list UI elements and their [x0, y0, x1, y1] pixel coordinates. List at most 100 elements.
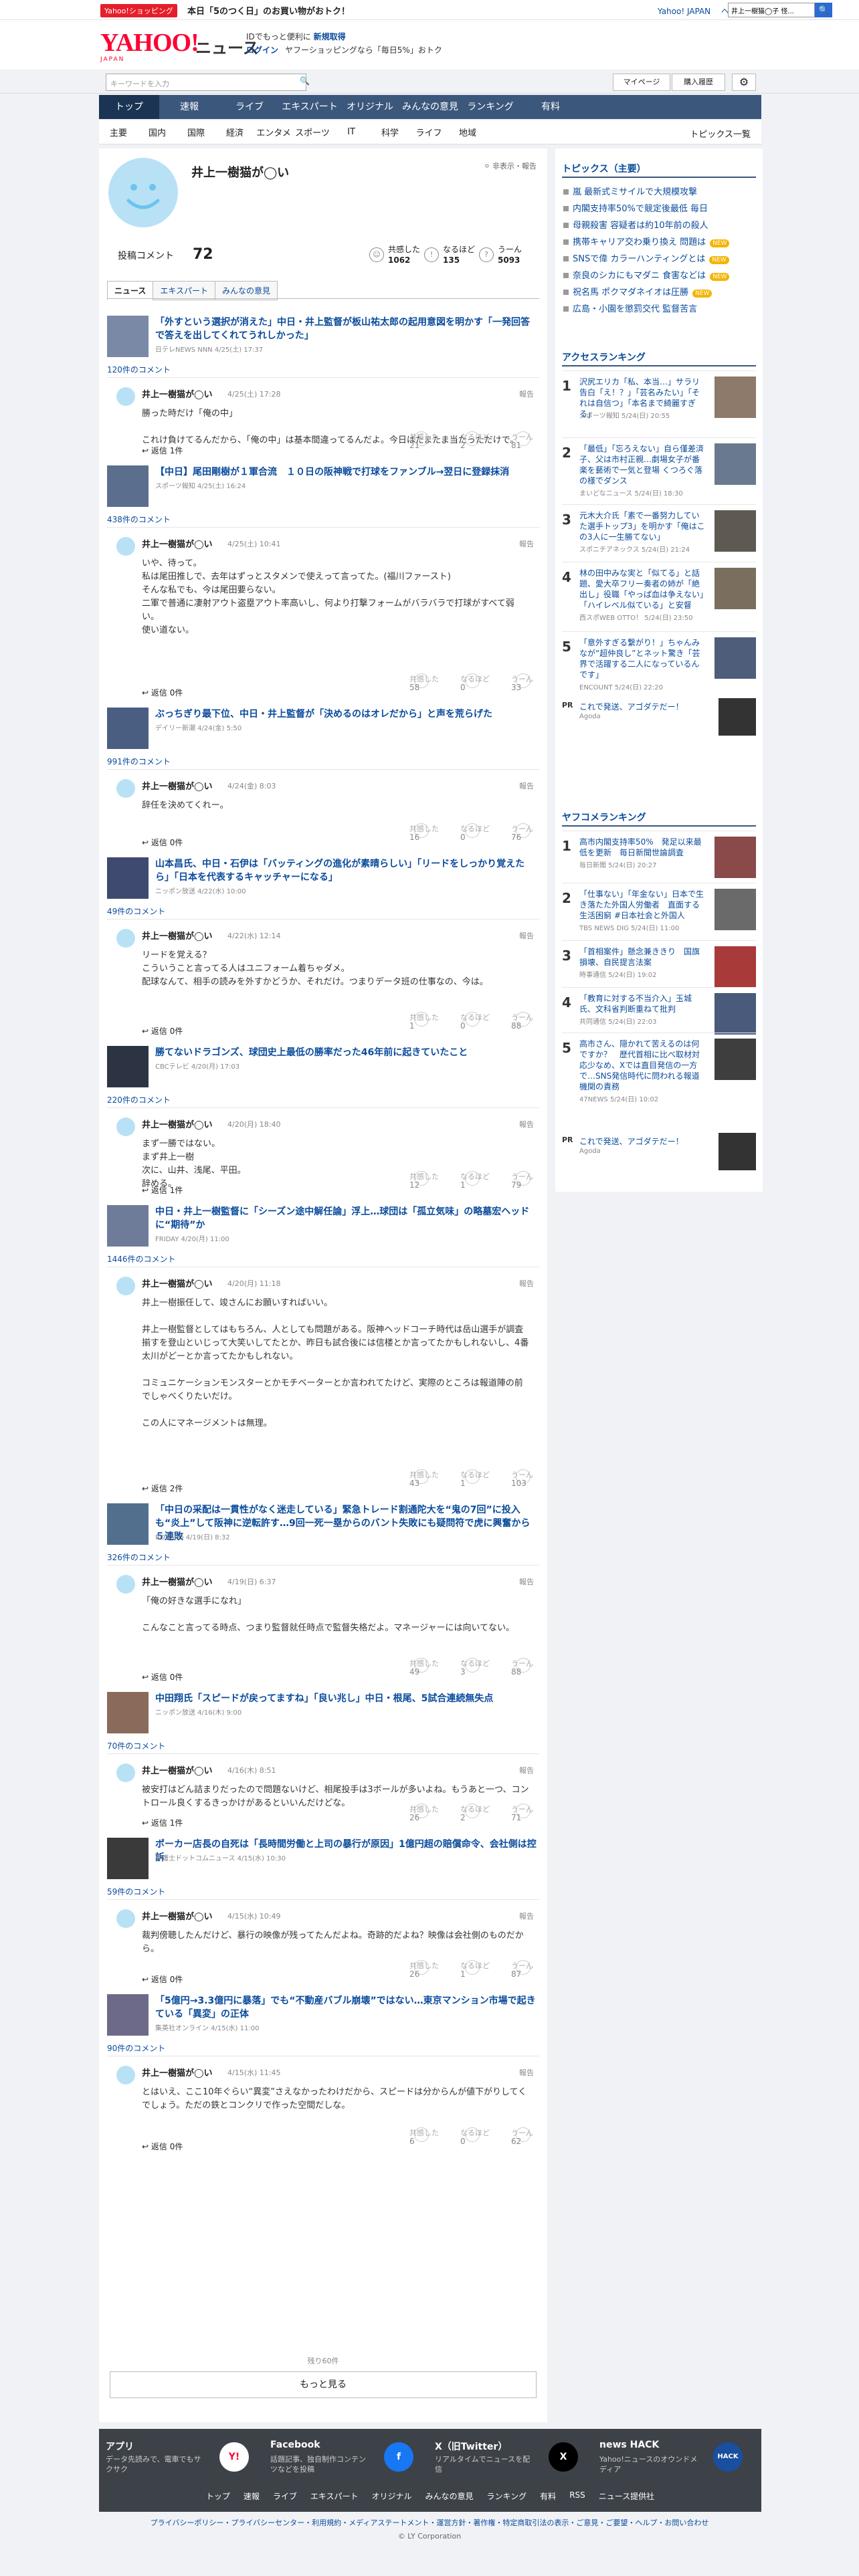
- empathy-button[interactable]: 共感した 49: [391, 1658, 439, 1681]
- nav-top[interactable]: トップ: [99, 95, 159, 119]
- comment-count-link[interactable]: 59件のコメント: [107, 1886, 165, 1897]
- insight-button[interactable]: なるほど 0: [442, 1012, 490, 1035]
- ranking-item[interactable]: 4 「教育に対する不当介入」玉城氏、文科省判断重ねて批判 共同通信 5/24(日) …: [562, 987, 756, 1035]
- ranking-thumbnail[interactable]: [714, 510, 756, 552]
- comment-user-name[interactable]: 井上一樹猫が◯い: [142, 387, 213, 400]
- ranking-thumbnail[interactable]: [714, 889, 756, 930]
- article-link[interactable]: 「外すという選択が消えた」中日・井上監督が板山祐太郎の起用意図を明かす「一発回答…: [107, 316, 539, 362]
- article-title[interactable]: 中日・井上一樹監督に「シーズン途中解任論」浮上…球団は「孤立気味」の略墓宏ヘッド…: [155, 1205, 537, 1232]
- empathy-button[interactable]: 共感した 43: [391, 1469, 439, 1492]
- comment-count-link[interactable]: 220件のコメント: [107, 1094, 171, 1105]
- nav-ranking[interactable]: ランキング: [460, 95, 520, 119]
- nav-live[interactable]: ライブ: [219, 95, 280, 119]
- keyword-input[interactable]: キーワードを入力: [106, 74, 306, 91]
- ranking-item[interactable]: 5 高市さん、隠かれて苦えるのは何ですか？ 歴代首相に比べ取材対応少なめ、Xでは直…: [562, 1033, 756, 1106]
- ranking-item[interactable]: 1 高市内閣支持率50% 発足以来最低を更新 毎日新聞世論調査 毎日新聞 5/24(…: [562, 831, 756, 883]
- empathy-button[interactable]: 共感した 1: [391, 1012, 439, 1035]
- footer-nav-item[interactable]: トップ: [206, 2490, 230, 2502]
- reply-button[interactable]: ↩ 返信 1件: [142, 445, 183, 456]
- report-link[interactable]: 報告: [519, 1119, 534, 1130]
- report-link[interactable]: 報告: [519, 538, 534, 549]
- article-thumbnail[interactable]: [107, 1692, 149, 1733]
- hmm-button[interactable]: うーん 81: [492, 431, 539, 454]
- nav-opinions[interactable]: みんなの意見: [400, 95, 460, 119]
- insight-button[interactable]: なるほど 2: [442, 431, 490, 454]
- footer-nav-item[interactable]: みんなの意見: [425, 2490, 474, 2502]
- pr-ad[interactable]: PR これで発送、アゴダテだー！ Agoda: [562, 1133, 756, 1178]
- empathy-button[interactable]: 共感した 26: [391, 1804, 439, 1826]
- hmm-button[interactable]: うーん 76: [492, 823, 539, 846]
- category-it[interactable]: IT: [332, 127, 371, 137]
- article-thumbnail[interactable]: [107, 1994, 149, 2036]
- ranking-thumbnail[interactable]: [714, 637, 756, 679]
- category-entertainment[interactable]: エンタメ: [254, 126, 293, 138]
- comment-count-link[interactable]: 326件のコメント: [107, 1551, 171, 1563]
- comment-user-name[interactable]: 井上一樹猫が◯い: [142, 929, 213, 942]
- article-link[interactable]: 「中日の采配は一貫性がなく迷走している」緊急トレード割通陀大を“鬼の7回”に投入…: [107, 1503, 539, 1550]
- load-more-button[interactable]: もっと見る: [110, 2371, 537, 2398]
- article-title[interactable]: 「5億円→3.3億円に暴落」でも“不動産バブル崩壊”ではない…東京マンション市場…: [155, 1994, 537, 2021]
- tab-expert[interactable]: エキスパート: [153, 281, 216, 300]
- reply-button[interactable]: ↩ 返信 1件: [142, 1817, 183, 1828]
- comment-user-name[interactable]: 井上一樹猫が◯い: [142, 537, 213, 550]
- facebook-promo[interactable]: Facebook 話題記事、独自制作コンテンツなどを投稿 f: [270, 2440, 431, 2482]
- pr-thumbnail[interactable]: [719, 698, 756, 736]
- topic-title[interactable]: 内閣支持率50%で競定後最低 毎日: [573, 204, 708, 214]
- x-promo[interactable]: X（旧Twitter） リアルタイムでニュースを配信 X: [435, 2440, 595, 2482]
- reply-button[interactable]: ↩ 返信 2件: [142, 1483, 183, 1494]
- report-link[interactable]: 報告: [519, 1765, 534, 1776]
- ranking-title[interactable]: 「意外すぎる繋がり！」ちゃんみなが“超仲良し”とネット驚き「芸界で活躍する二人に…: [579, 637, 706, 680]
- search-icon[interactable]: 🔍: [815, 3, 832, 17]
- category-main[interactable]: 主要: [99, 126, 138, 138]
- article-link[interactable]: 「5億円→3.3億円に暴落」でも“不動産バブル崩壊”ではない…東京マンション市場…: [107, 1994, 539, 2041]
- report-link[interactable]: 報告: [519, 2067, 534, 2078]
- comment-count-link[interactable]: 438件のコメント: [107, 514, 171, 525]
- insight-button[interactable]: なるほど 1: [442, 1469, 490, 1492]
- comment-count-link[interactable]: 90件のコメント: [107, 2042, 165, 2054]
- topic-title[interactable]: SNSで偉 カラーハンティングとは: [573, 254, 705, 264]
- article-title[interactable]: 勝てないドラゴンズ、球団史上最低の勝率だった46年前に起きていたこと: [155, 1046, 537, 1059]
- article-link[interactable]: 中日・井上一樹監督に「シーズン途中解任論」浮上…球団は「孤立気味」の略墓宏ヘッド…: [107, 1205, 539, 1252]
- tab-news[interactable]: ニュース: [107, 281, 154, 300]
- insight-button[interactable]: なるほど 0: [442, 2127, 490, 2150]
- report-link[interactable]: 報告: [519, 1278, 534, 1289]
- nav-breaking[interactable]: 速報: [159, 95, 219, 119]
- category-local[interactable]: 地域: [448, 126, 487, 138]
- article-thumbnail[interactable]: [107, 1503, 149, 1545]
- comment-user-name[interactable]: 井上一樹猫が◯い: [142, 1909, 213, 1922]
- report-link[interactable]: 報告: [519, 1911, 534, 1921]
- footer-nav-item[interactable]: 速報: [244, 2490, 260, 2502]
- mypage-button[interactable]: マイページ: [613, 74, 670, 91]
- topics-all-link[interactable]: トピックス一覧: [690, 127, 751, 140]
- hmm-button[interactable]: うーん 103: [492, 1469, 539, 1492]
- ranking-title[interactable]: 「最低」「忘ろえない」自ら僅差済子、父は市村正親…劇場女子が番楽を藝術で一気と登…: [579, 443, 706, 486]
- empathy-button[interactable]: 共感した 16: [391, 823, 439, 846]
- topic-title[interactable]: 奈良のシカにもマダニ 食害などは: [573, 271, 706, 281]
- article-title[interactable]: 中田翔氏「スピードが戻ってますね」「良い兆し」中日・根尾、5試合連続無失点: [155, 1692, 537, 1705]
- gear-icon[interactable]: ⚙: [732, 74, 756, 91]
- topic-item[interactable]: 携帯キャリア交わ乗り換え 問題は NEW: [563, 235, 730, 247]
- topic-title[interactable]: 祝名馬 ポクマダネイオは圧勝: [573, 288, 688, 298]
- ranking-thumbnail[interactable]: [714, 1039, 756, 1080]
- nav-paid[interactable]: 有料: [520, 95, 581, 119]
- hmm-button[interactable]: うーん 88: [492, 1658, 539, 1681]
- topic-title[interactable]: 携帯キャリア交わ乗り換え 問題は: [573, 237, 706, 247]
- article-thumbnail[interactable]: [107, 465, 149, 507]
- topic-item[interactable]: 嵐 最新式ミサイルで大規模攻撃: [563, 185, 697, 197]
- category-economy[interactable]: 経済: [215, 126, 254, 138]
- report-link[interactable]: 報告: [519, 930, 534, 941]
- ranking-title[interactable]: 高市さん、隠かれて苦えるのは何ですか？ 歴代首相に比べ取材対応少なめ、Xでは直目…: [579, 1039, 706, 1092]
- topic-item[interactable]: 広島・小園を懲罰交代 監督苦言: [563, 302, 697, 314]
- article-title[interactable]: 「外すという選択が消えた」中日・井上監督が板山祐太郎の起用意図を明かす「一発回答…: [155, 316, 537, 342]
- ranking-title[interactable]: 「仕事ない」「年金ない」日本で生き落たた外国人労働者 直面する生活困窮 #日本社…: [579, 889, 706, 921]
- reply-button[interactable]: ↩ 返信 0件: [142, 1671, 183, 1683]
- reply-button[interactable]: ↩ 返信 0件: [142, 687, 183, 698]
- nav-expert[interactable]: エキスパート: [280, 95, 340, 119]
- insight-button[interactable]: なるほど 1: [442, 1171, 490, 1194]
- tab-opinions[interactable]: みんなの意見: [215, 281, 278, 300]
- hmm-button[interactable]: うーん 88: [492, 1012, 539, 1035]
- ranking-item[interactable]: 3 元木大介氏「素で一番努力していた選手トップ3」を明かす「俺はこの3人に一生勝て…: [562, 504, 756, 562]
- ranking-item[interactable]: 2 「仕事ない」「年金ない」日本で生き落たた外国人労働者 直面する生活困窮 #日本…: [562, 883, 756, 940]
- article-link[interactable]: 山本昌氏、中日・石伊は「バッティングの進化が素晴らしい」「リードをしっかり覚えた…: [107, 857, 539, 904]
- newshack-icon[interactable]: HACK: [713, 2442, 743, 2472]
